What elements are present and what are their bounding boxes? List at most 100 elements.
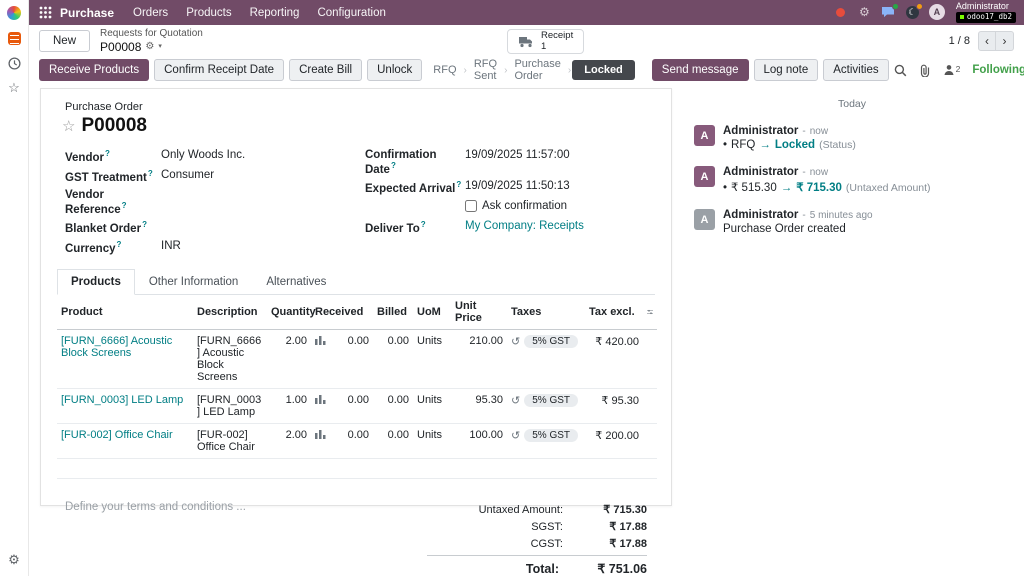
price-history-icon[interactable]: ↺ (511, 429, 520, 442)
total-value: ₹ 751.06 (569, 561, 647, 576)
tax-tag[interactable]: 5% GST (524, 394, 578, 407)
col-tax-excl[interactable]: Tax excl. (585, 295, 643, 330)
new-button[interactable]: New (39, 30, 90, 52)
star-icon[interactable]: ☆ (6, 80, 22, 96)
line-uom[interactable]: Units (413, 329, 451, 388)
tax-tag[interactable]: 5% GST (524, 429, 578, 442)
notification-dot-icon[interactable] (833, 5, 848, 20)
actions-caret-icon[interactable]: ▾ (158, 43, 162, 51)
receipt-stat-button[interactable]: Receipt 1 (507, 29, 584, 54)
chatter-panel: Today A Administrator - now • RFQ → Lock… (680, 88, 1024, 576)
forecast-icon[interactable] (315, 429, 326, 442)
terms-and-conditions-input[interactable]: Define your terms and conditions ... (65, 501, 427, 578)
log-note-button[interactable]: Log note (754, 59, 819, 81)
tab-alternatives[interactable]: Alternatives (252, 269, 340, 295)
line-product[interactable]: [FURN_6666] Acoustic Block Screens (57, 329, 193, 388)
settings-gear-icon[interactable]: ⚙ (6, 552, 22, 568)
ask-confirmation-checkbox[interactable] (465, 200, 477, 212)
col-product[interactable]: Product (57, 295, 193, 330)
chatter-message[interactable]: A Administrator - now • RFQ → Locked (St… (680, 120, 1024, 161)
table-row[interactable]: [FURN_0003] LED Lamp [FURN_0003] LED Lam… (57, 388, 657, 423)
deliver-to-field[interactable]: My Company: Receipts (465, 220, 584, 232)
pager-next-button[interactable]: › (996, 31, 1014, 51)
line-uom[interactable]: Units (413, 388, 451, 423)
line-description[interactable]: [FUR-002] Office Chair (193, 423, 267, 458)
database-badge: odoo17_db2 (956, 12, 1016, 22)
table-row[interactable]: [FURN_6666] Acoustic Block Screens [FURN… (57, 329, 657, 388)
confirm-receipt-date-button[interactable]: Confirm Receipt Date (154, 59, 284, 81)
reading-list-icon[interactable] (6, 30, 22, 46)
col-billed[interactable]: Billed (373, 295, 413, 330)
message-author[interactable]: Administrator (723, 166, 798, 178)
price-history-icon[interactable]: ↺ (511, 335, 520, 348)
user-menu[interactable]: Administrator odoo17_db2 (956, 2, 1016, 22)
expected-arrival-field[interactable]: 19/09/2025 11:50:13 (465, 180, 570, 192)
dark-mode-icon[interactable]: ☾ (905, 5, 920, 20)
tax-tag[interactable]: 5% GST (524, 335, 578, 348)
user-avatar[interactable]: A (929, 4, 945, 20)
line-unit-price[interactable]: 100.00 (451, 423, 507, 458)
field-hint-icon: ? (391, 161, 396, 170)
col-uom[interactable]: UoM (413, 295, 451, 330)
menu-products[interactable]: Products (177, 7, 240, 19)
attachments-icon[interactable] (919, 64, 931, 77)
stage-purchase-order[interactable]: Purchase Order (508, 56, 566, 84)
message-author[interactable]: Administrator (723, 125, 798, 137)
optional-columns-icon[interactable] (647, 307, 653, 317)
forecast-icon[interactable] (315, 394, 326, 407)
following-button[interactable]: Following (972, 64, 1024, 76)
create-bill-button[interactable]: Create Bill (289, 59, 362, 81)
actions-gear-icon[interactable]: ⚙ (145, 41, 154, 53)
pager-previous-button[interactable]: ‹ (978, 31, 996, 51)
table-row[interactable]: [FUR-002] Office Chair [FUR-002] Office … (57, 423, 657, 458)
apps-grid-icon[interactable] (39, 6, 52, 19)
unlock-button[interactable]: Unlock (367, 59, 422, 81)
chatter-message[interactable]: A Administrator - 5 minutes ago Purchase… (680, 204, 1024, 245)
search-messages-icon[interactable] (894, 64, 907, 77)
currency-field[interactable]: INR (161, 240, 181, 252)
forecast-icon[interactable] (315, 335, 326, 348)
line-unit-price[interactable]: 95.30 (451, 388, 507, 423)
favorite-star-icon[interactable]: ☆ (62, 117, 75, 135)
price-history-icon[interactable]: ↺ (511, 394, 520, 407)
activities-button[interactable]: Activities (823, 59, 888, 81)
send-message-button[interactable]: Send message (652, 59, 749, 81)
line-product[interactable]: [FURN_0003] LED Lamp (57, 388, 193, 423)
col-taxes[interactable]: Taxes (507, 295, 585, 330)
menu-reporting[interactable]: Reporting (241, 7, 309, 19)
line-description[interactable]: [FURN_6666] Acoustic Block Screens (193, 329, 267, 388)
col-unit-price[interactable]: Unit Price (451, 295, 507, 330)
systray-gear-icon[interactable]: ⚙ (857, 5, 872, 20)
chatter-message[interactable]: A Administrator - now • ₹ 515.30 → ₹ 715… (680, 161, 1024, 204)
messages-icon[interactable] (881, 5, 896, 20)
extension-pinwheel-icon[interactable] (6, 5, 22, 21)
col-description[interactable]: Description (193, 295, 267, 330)
line-quantity[interactable]: 2.00 (267, 329, 311, 388)
stage-rfq-sent[interactable]: RFQ Sent (468, 56, 503, 84)
menu-orders[interactable]: Orders (124, 7, 177, 19)
tab-products[interactable]: Products (57, 269, 135, 295)
line-unit-price[interactable]: 210.00 (451, 329, 507, 388)
receive-products-button[interactable]: Receive Products (39, 59, 149, 81)
line-quantity[interactable]: 1.00 (267, 388, 311, 423)
col-quantity[interactable]: Quantity (267, 295, 311, 330)
line-uom[interactable]: Units (413, 423, 451, 458)
menu-configuration[interactable]: Configuration (308, 7, 394, 19)
gst-treatment-field[interactable]: Consumer (161, 169, 214, 181)
line-quantity[interactable]: 2.00 (267, 423, 311, 458)
document-type-label: Purchase Order (65, 101, 647, 113)
confirmation-date-field[interactable]: 19/09/2025 11:57:00 (465, 149, 570, 161)
stage-locked[interactable]: Locked (572, 60, 635, 80)
line-product[interactable]: [FUR-002] Office Chair (57, 423, 193, 458)
clock-icon[interactable] (6, 55, 22, 71)
app-name[interactable]: Purchase (60, 6, 114, 20)
control-panel-bottom: Receive Products Confirm Receipt Date Cr… (29, 57, 1024, 83)
col-received[interactable]: Received (311, 295, 373, 330)
line-description[interactable]: [FURN_0003] LED Lamp (193, 388, 267, 423)
tab-other-information[interactable]: Other Information (135, 269, 252, 295)
stage-rfq[interactable]: RFQ (427, 62, 462, 78)
breadcrumb-parent[interactable]: Requests for Quotation (100, 28, 203, 40)
message-author[interactable]: Administrator (723, 209, 798, 221)
followers-icon[interactable]: 2 (943, 64, 961, 76)
vendor-field[interactable]: Only Woods Inc. (161, 149, 245, 161)
